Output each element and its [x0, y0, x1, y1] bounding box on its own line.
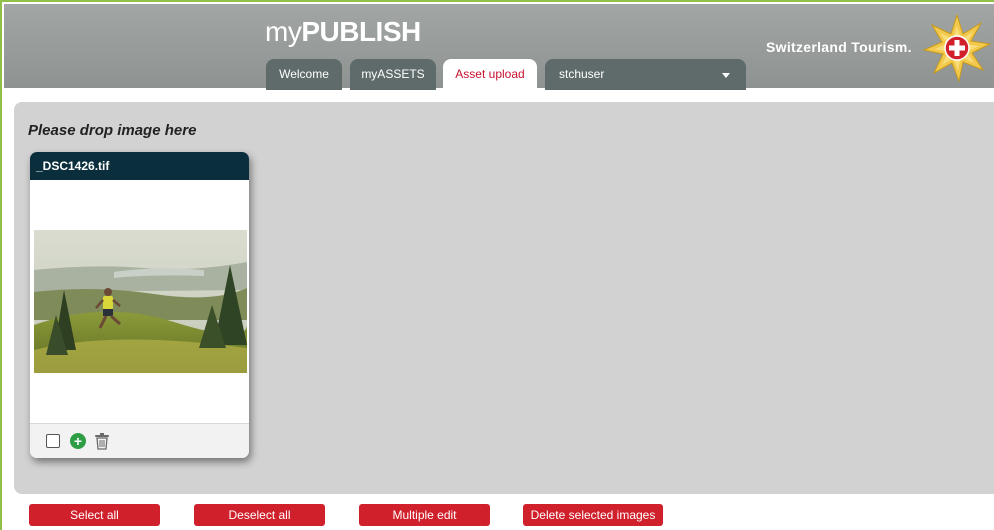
asset-card-footer: + [30, 423, 249, 458]
add-icon[interactable]: + [70, 433, 86, 449]
app-title-prefix: my [265, 16, 302, 47]
app-title-main: PUBLISH [301, 16, 421, 47]
switzerland-tourism-logo-icon [922, 14, 992, 82]
deselect-all-button[interactable]: Deselect all [194, 504, 325, 526]
header-bar: myPUBLISH Welcome myASSETS Asset upload … [4, 4, 994, 90]
multiple-edit-button[interactable]: Multiple edit [359, 504, 490, 526]
tab-myassets[interactable]: myASSETS [350, 59, 436, 90]
brand-name: Switzerland Tourism. [766, 39, 912, 55]
tab-asset-upload[interactable]: Asset upload [443, 59, 537, 90]
drop-zone-title: Please drop image here [28, 122, 197, 139]
asset-filename: _DSC1426.tif [30, 152, 249, 180]
asset-card[interactable]: _DSC1426.tif + [30, 152, 249, 458]
chevron-down-icon [722, 73, 730, 78]
tab-welcome[interactable]: Welcome [266, 59, 342, 90]
select-all-button[interactable]: Select all [29, 504, 160, 526]
app-frame: myPUBLISH Welcome myASSETS Asset upload … [0, 0, 994, 530]
app-title: myPUBLISH [265, 16, 421, 48]
checkbox-icon[interactable] [46, 434, 60, 448]
user-select-value: stchuser [559, 67, 605, 81]
delete-selected-images-button[interactable]: Delete selected images [523, 504, 663, 526]
user-select-dropdown[interactable]: stchuser [545, 59, 746, 90]
asset-thumbnail [34, 230, 247, 373]
drop-zone[interactable]: Please drop image here _DSC1426.tif + [14, 102, 994, 494]
trash-icon[interactable] [94, 432, 110, 450]
